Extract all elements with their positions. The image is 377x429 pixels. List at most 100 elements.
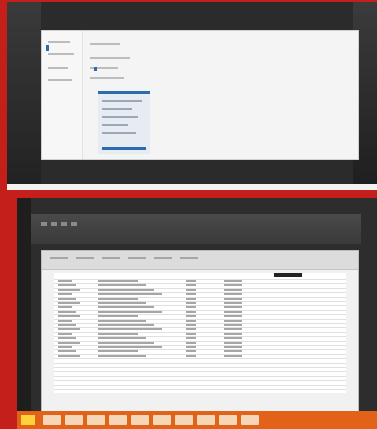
table-cell[interactable] xyxy=(58,310,76,313)
table-cell[interactable] xyxy=(58,284,76,287)
setting-row[interactable] xyxy=(90,77,124,79)
table-cell[interactable] xyxy=(224,310,242,313)
table-cell[interactable] xyxy=(186,319,196,322)
table-cell[interactable] xyxy=(58,293,72,296)
sidebar-item[interactable] xyxy=(48,41,70,43)
table-cell[interactable] xyxy=(224,324,242,326)
selected-header-cell[interactable] xyxy=(274,273,302,277)
start-button-icon[interactable] xyxy=(21,415,35,425)
table-row[interactable] xyxy=(54,362,346,364)
table-cell[interactable] xyxy=(186,297,196,300)
table-row[interactable] xyxy=(54,375,346,377)
table-cell[interactable] xyxy=(58,350,76,353)
table-cell[interactable] xyxy=(186,284,196,287)
table-cell[interactable] xyxy=(58,306,72,309)
table-cell[interactable] xyxy=(224,341,242,344)
table-cell[interactable] xyxy=(98,306,154,309)
taskbar-app-icon[interactable] xyxy=(197,415,215,425)
table-cell[interactable] xyxy=(58,302,80,304)
table-cell[interactable] xyxy=(98,280,138,282)
table-cell[interactable] xyxy=(186,293,196,296)
table-cell[interactable] xyxy=(58,346,72,348)
sidebar-item[interactable] xyxy=(48,79,72,81)
table-cell[interactable] xyxy=(186,302,196,304)
spreadsheet-grid[interactable] xyxy=(54,273,346,393)
table-cell[interactable] xyxy=(98,293,162,296)
table-row[interactable] xyxy=(54,367,346,368)
table-cell[interactable] xyxy=(224,302,242,304)
table-row[interactable] xyxy=(54,389,346,390)
table-cell[interactable] xyxy=(224,288,242,291)
panel-row[interactable] xyxy=(102,108,132,110)
spreadsheet-window[interactable] xyxy=(41,250,359,416)
taskbar-app-icon[interactable] xyxy=(87,415,105,425)
table-cell[interactable] xyxy=(186,310,196,313)
table-cell[interactable] xyxy=(186,354,196,357)
table-row[interactable] xyxy=(54,384,346,386)
table-cell[interactable] xyxy=(98,324,154,326)
table-cell[interactable] xyxy=(224,293,242,296)
table-cell[interactable] xyxy=(224,354,242,357)
table-cell[interactable] xyxy=(224,328,242,331)
table-cell[interactable] xyxy=(224,319,242,322)
table-cell[interactable] xyxy=(224,315,242,318)
table-cell[interactable] xyxy=(98,337,146,340)
ribbon-tab[interactable] xyxy=(50,257,68,259)
table-cell[interactable] xyxy=(58,319,72,322)
table-cell[interactable] xyxy=(224,280,242,282)
table-cell[interactable] xyxy=(186,306,196,309)
table-cell[interactable] xyxy=(224,297,242,300)
ribbon-tab[interactable] xyxy=(76,257,94,259)
toolbar-icon[interactable] xyxy=(61,222,67,226)
taskbar-app-icon[interactable] xyxy=(153,415,171,425)
table-cell[interactable] xyxy=(224,284,242,287)
table-cell[interactable] xyxy=(186,346,196,348)
table-cell[interactable] xyxy=(186,324,196,326)
table-cell[interactable] xyxy=(186,288,196,291)
table-cell[interactable] xyxy=(224,350,242,353)
sidebar-item[interactable] xyxy=(48,53,74,55)
table-cell[interactable] xyxy=(98,288,154,291)
table-cell[interactable] xyxy=(58,328,80,331)
table-cell[interactable] xyxy=(186,315,196,318)
table-cell[interactable] xyxy=(186,341,196,344)
taskbar-app-icon[interactable] xyxy=(219,415,237,425)
panel-row[interactable] xyxy=(102,124,128,126)
table-cell[interactable] xyxy=(58,280,72,282)
table-cell[interactable] xyxy=(224,346,242,348)
table-cell[interactable] xyxy=(98,350,138,353)
table-cell[interactable] xyxy=(58,288,80,291)
ribbon-tab[interactable] xyxy=(154,257,172,259)
table-cell[interactable] xyxy=(186,332,196,335)
table-cell[interactable] xyxy=(186,328,196,331)
table-cell[interactable] xyxy=(98,332,138,335)
toolbar-icon[interactable] xyxy=(51,222,57,226)
panel-row[interactable] xyxy=(102,132,136,134)
selection-panel[interactable] xyxy=(98,91,150,154)
panel-row[interactable] xyxy=(102,116,138,118)
table-cell[interactable] xyxy=(98,284,146,287)
table-cell[interactable] xyxy=(58,337,76,340)
table-cell[interactable] xyxy=(98,328,162,331)
taskbar-app-icon[interactable] xyxy=(109,415,127,425)
table-cell[interactable] xyxy=(58,324,76,326)
table-cell[interactable] xyxy=(98,297,138,300)
taskbar-app-icon[interactable] xyxy=(175,415,193,425)
table-cell[interactable] xyxy=(98,346,162,348)
panel-action-bar[interactable] xyxy=(102,147,146,150)
ribbon-tab[interactable] xyxy=(180,257,198,259)
table-cell[interactable] xyxy=(98,319,146,322)
table-cell[interactable] xyxy=(186,337,196,340)
table-row[interactable] xyxy=(54,371,346,373)
table-row[interactable] xyxy=(54,358,346,360)
table-cell[interactable] xyxy=(98,354,146,357)
panel-row[interactable] xyxy=(102,100,142,102)
table-cell[interactable] xyxy=(224,306,242,309)
table-row[interactable] xyxy=(54,380,346,382)
table-cell[interactable] xyxy=(224,337,242,340)
table-cell[interactable] xyxy=(98,315,138,318)
table-cell[interactable] xyxy=(186,280,196,282)
table-cell[interactable] xyxy=(58,297,76,300)
taskbar-app-icon[interactable] xyxy=(65,415,83,425)
settings-window[interactable] xyxy=(41,30,359,160)
